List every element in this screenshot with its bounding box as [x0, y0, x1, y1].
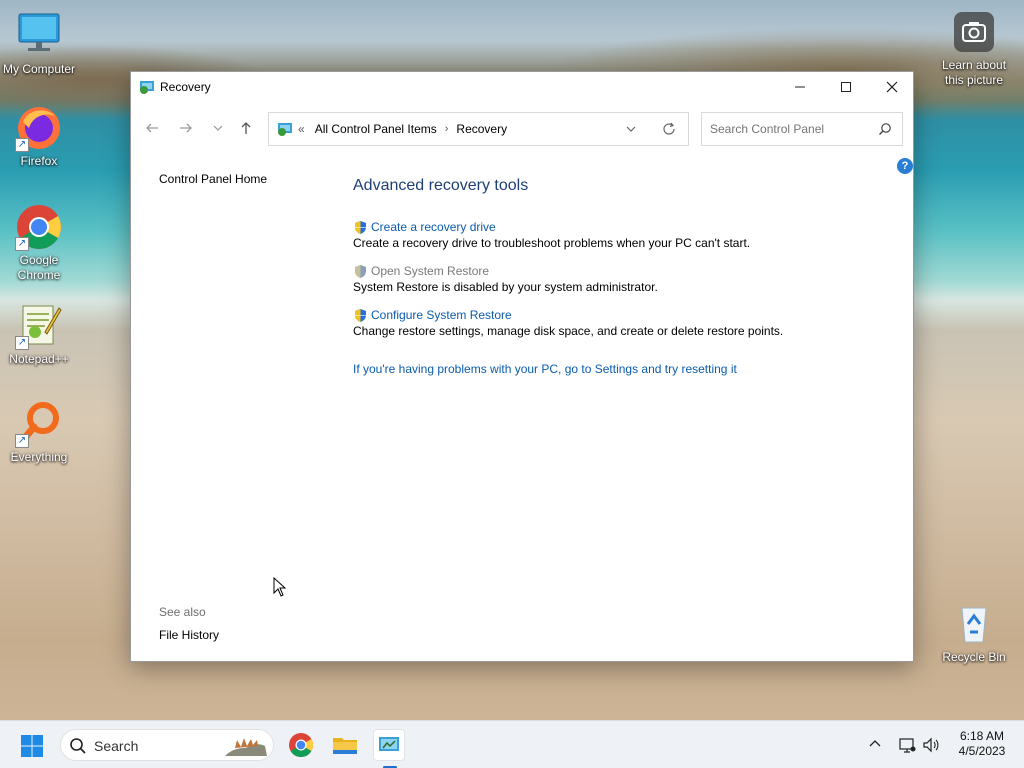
desktop-icon-learn-about-picture[interactable]: Learn about this picture [936, 12, 1012, 88]
page-title: Advanced recovery tools [353, 177, 529, 194]
address-bar[interactable]: « All Control Panel Items › Recovery [268, 112, 689, 146]
control-panel-home-link[interactable]: Control Panel Home [159, 172, 267, 186]
breadcrumb-separator-icon: › [444, 123, 449, 135]
desktop-icon-label: Firefox [20, 154, 58, 168]
up-button[interactable] [235, 120, 257, 138]
chrome-icon: ↗ [15, 203, 63, 251]
start-button[interactable] [20, 734, 44, 761]
task-open-system-restore: Open System Restore System Restore is di… [353, 263, 893, 294]
desktop-icon-chrome[interactable]: ↗ Google Chrome [1, 203, 77, 283]
folder-icon [333, 738, 357, 754]
shortcut-arrow-icon: ↗ [15, 237, 29, 251]
shortcut-arrow-icon: ↗ [15, 138, 29, 152]
configure-system-restore-description: Change restore settings, manage disk spa… [353, 324, 784, 338]
address-history-button[interactable] [625, 122, 637, 139]
file-history-link[interactable]: File History [159, 628, 219, 642]
desktop-icon-firefox[interactable]: ↗ Firefox [1, 104, 77, 169]
taskbar-chrome[interactable] [285, 729, 317, 761]
shortcut-arrow-icon: ↗ [15, 434, 29, 448]
help-button[interactable]: ? [897, 158, 913, 174]
breadcrumb-item-all-control-panel-items[interactable]: All Control Panel Items [315, 122, 437, 136]
taskbar-control-panel[interactable] [373, 729, 405, 768]
taskbar-search[interactable]: Search [60, 729, 274, 761]
window-title: Recovery [160, 80, 211, 94]
create-recovery-drive-label: Create a recovery drive [371, 220, 496, 234]
title-bar[interactable]: Recovery [131, 72, 913, 102]
desktop-icon-notepadpp[interactable]: ↗ Notepad++ [1, 302, 77, 367]
chevron-up-icon [869, 740, 881, 747]
clock-date: 4/5/2023 [958, 744, 1006, 758]
taskbar-file-explorer[interactable] [329, 729, 361, 761]
uac-shield-icon [353, 220, 368, 235]
taskbar: Search 6:18 AM 4/5/2023 [0, 720, 1024, 768]
desktop-icon-label: My Computer [2, 62, 76, 76]
search-highlight-dinosaur-icon [221, 732, 271, 763]
arrow-right-icon [180, 123, 192, 133]
desktop-icon-recycle-bin[interactable]: Recycle Bin [936, 600, 1012, 665]
network-icon[interactable] [898, 736, 916, 757]
chrome-icon [289, 733, 314, 758]
navigation-bar: « All Control Panel Items › Recovery [131, 110, 913, 146]
breadcrumb-item-recovery[interactable]: Recovery [456, 122, 507, 136]
control-panel-icon [379, 737, 399, 751]
desktop-icon-everything[interactable]: ↗ Everything [1, 400, 77, 465]
control-panel-icon [139, 79, 155, 95]
taskbar-search-label: Search [94, 738, 139, 754]
arrow-up-icon [241, 122, 251, 134]
task-create-recovery-drive: Create a recovery drive Create a recover… [353, 219, 893, 250]
shortcut-arrow-icon: ↗ [15, 336, 29, 350]
main-content: Advanced recovery tools Create a recover… [353, 177, 893, 376]
create-recovery-drive-link[interactable]: Create a recovery drive [353, 219, 893, 235]
desktop-icon-label: Everything [10, 450, 68, 464]
open-system-restore-label: Open System Restore [371, 264, 490, 278]
forward-button[interactable] [175, 120, 197, 138]
recent-locations-button[interactable] [207, 120, 229, 138]
search-box[interactable] [701, 112, 903, 146]
volume-icon[interactable] [922, 736, 940, 757]
mouse-cursor-icon [273, 576, 287, 600]
desktop-icon-label: Recycle Bin [942, 650, 1006, 664]
recycle-bin-icon [950, 600, 998, 648]
chevron-down-icon [213, 125, 223, 131]
refresh-icon [663, 122, 675, 135]
create-recovery-drive-description: Create a recovery drive to troubleshoot … [353, 236, 751, 250]
firefox-icon: ↗ [15, 104, 63, 152]
magnifier-icon: ↗ [15, 400, 63, 448]
notepadpp-icon: ↗ [15, 302, 63, 350]
back-button[interactable] [141, 120, 163, 138]
open-system-restore-link[interactable]: Open System Restore [353, 263, 893, 279]
desktop-icon-label: Learn about this picture [941, 58, 1007, 87]
control-panel-icon [277, 121, 293, 137]
windows-logo-icon [21, 735, 43, 757]
chevron-down-icon [626, 126, 636, 132]
open-system-restore-description: System Restore is disabled by your syste… [353, 280, 658, 294]
minimize-button[interactable] [777, 72, 823, 102]
breadcrumb-overflow[interactable]: « [298, 122, 305, 136]
reset-pc-link[interactable]: If you're having problems with your PC, … [353, 362, 893, 376]
recovery-window: Recovery « All Control Panel Items › Rec… [130, 71, 914, 662]
configure-system-restore-label: Configure System Restore [371, 308, 512, 322]
close-button[interactable] [869, 72, 915, 102]
uac-shield-icon [353, 264, 368, 279]
refresh-button[interactable] [661, 121, 677, 140]
desktop-icon-label: Notepad++ [9, 352, 69, 366]
uac-shield-icon [353, 308, 368, 323]
see-also-label: See also [159, 605, 206, 619]
task-configure-system-restore: Configure System Restore Change restore … [353, 307, 893, 338]
arrow-left-icon [146, 123, 158, 133]
clock-time: 6:18 AM [959, 729, 1005, 743]
clock[interactable]: 6:18 AM 4/5/2023 [952, 729, 1012, 759]
desktop-icon-label: Google Chrome [17, 253, 61, 282]
left-pane: Control Panel Home [159, 172, 267, 186]
camera-icon [954, 12, 994, 52]
maximize-button[interactable] [823, 72, 869, 102]
search-icon [69, 737, 87, 758]
search-icon[interactable] [878, 122, 892, 139]
monitor-icon [15, 12, 63, 60]
configure-system-restore-link[interactable]: Configure System Restore [353, 307, 893, 323]
desktop-icon-my-computer[interactable]: My Computer [1, 12, 77, 77]
search-input[interactable] [710, 122, 870, 136]
show-hidden-icons-button[interactable] [868, 737, 882, 754]
